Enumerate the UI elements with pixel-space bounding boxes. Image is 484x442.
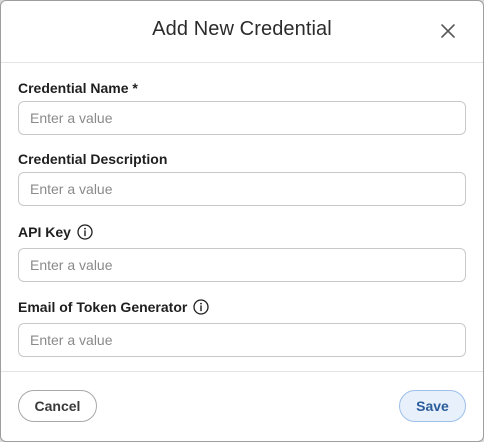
credential-name-label-text: Credential Name *	[18, 80, 138, 96]
dialog-title: Add New Credential	[152, 18, 332, 40]
dialog-header: Add New Credential	[1, 1, 483, 63]
credential-description-label: Credential Description	[18, 149, 167, 169]
dialog-footer: Cancel Save	[1, 371, 483, 441]
save-button[interactable]: Save	[399, 390, 466, 422]
add-credential-dialog: Add New Credential Credential Name * Cre…	[0, 0, 484, 442]
info-icon[interactable]	[77, 224, 93, 240]
close-icon	[441, 24, 455, 38]
token-generator-email-input[interactable]	[18, 323, 466, 357]
credential-name-input[interactable]	[18, 101, 466, 135]
api-key-label-text: API Key	[18, 224, 71, 240]
credential-description-input[interactable]	[18, 172, 466, 206]
credential-name-label: Credential Name *	[18, 78, 138, 98]
dialog-body: Credential Name * Credential Description…	[1, 63, 483, 371]
cancel-button[interactable]: Cancel	[18, 390, 97, 422]
api-key-input[interactable]	[18, 248, 466, 282]
api-key-label: API Key	[18, 222, 93, 242]
info-icon[interactable]	[193, 299, 209, 315]
close-button[interactable]	[438, 21, 458, 41]
credential-description-label-text: Credential Description	[18, 151, 168, 167]
token-generator-email-label-text: Email of Token Generator	[18, 299, 188, 315]
token-generator-email-label: Email of Token Generator	[18, 297, 209, 317]
